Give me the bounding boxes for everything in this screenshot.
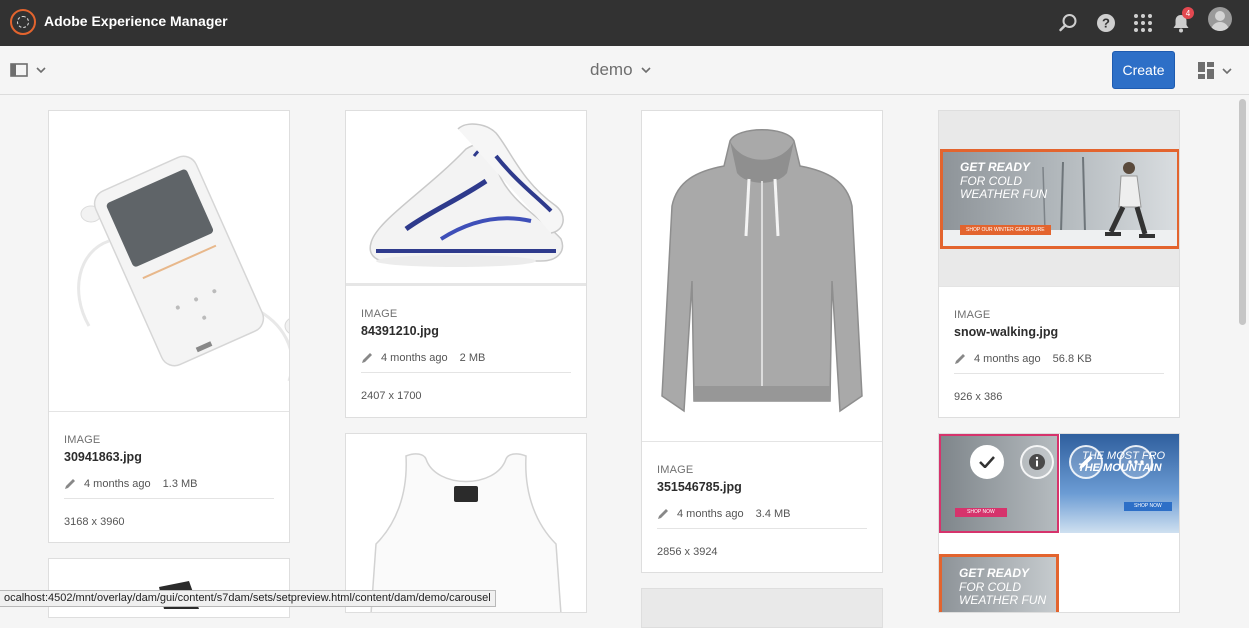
banner-headline: FOR COLD: [959, 580, 1022, 594]
asset-thumbnail: [346, 111, 586, 286]
divider: [64, 498, 274, 499]
asset-card[interactable]: IMAGE 30941863.jpg 4 months ago 1.3 MB 3…: [48, 110, 290, 543]
asset-modified: 4 months ago: [974, 353, 1041, 365]
banner-cta: SHOP NOW: [955, 508, 1007, 517]
asset-info: 4 months ago 3.4 MB: [657, 508, 791, 520]
asset-size: 2 MB: [459, 352, 486, 364]
card-meta: IMAGE 84391210.jpg 4 months ago 2 MB 240…: [346, 286, 586, 417]
asset-dimensions: 3168 x 3960: [64, 516, 125, 528]
asset-name: 84391210.jpg: [361, 324, 439, 338]
chevron-down-icon: [1222, 67, 1232, 74]
asset-thumbnail: GET READY FOR COLD WEATHER FUN SHOP OUR …: [939, 111, 1179, 286]
pencil-icon: [65, 479, 75, 489]
asset-modified: 4 months ago: [84, 478, 151, 490]
link-status-bar: ocalhost:4502/mnt/overlay/dam/gui/conten…: [0, 590, 496, 607]
asset-dimensions: 2407 x 1700: [361, 390, 422, 402]
banner-headline: GET READY: [960, 160, 1031, 174]
divider: [361, 372, 571, 373]
divider: [954, 373, 1164, 374]
asset-info: 4 months ago 2 MB: [361, 352, 485, 364]
banner-headline: WEATHER FUN: [960, 187, 1048, 201]
chevron-down-icon: [640, 67, 651, 73]
more-actions-button[interactable]: [1119, 445, 1153, 479]
asset-size: 3.4 MB: [755, 508, 791, 520]
search-icon[interactable]: [1055, 10, 1081, 36]
top-bar: Adobe Experience Manager ? 4: [0, 0, 1249, 46]
info-icon: [1029, 454, 1045, 470]
banner-cta: SHOP OUR WINTER GEAR SURE: [960, 225, 1051, 235]
asset-card[interactable]: [48, 558, 290, 618]
create-button[interactable]: Create: [1112, 51, 1175, 89]
svg-text:?: ?: [1102, 16, 1110, 31]
asset-name: 30941863.jpg: [64, 450, 142, 464]
asset-card[interactable]: [345, 433, 587, 613]
asset-size: 56.8 KB: [1052, 353, 1092, 365]
asset-info: 4 months ago 56.8 KB: [954, 353, 1092, 365]
divider: [657, 528, 867, 529]
asset-type: IMAGE: [64, 434, 101, 446]
folder-title-dropdown[interactable]: demo: [590, 60, 651, 80]
banner-headline: FOR COLD: [960, 174, 1023, 188]
rail-toggle-button[interactable]: [10, 63, 46, 77]
banner-headline: GET READY: [959, 566, 1030, 580]
card-meta: IMAGE 30941863.jpg 4 months ago 1.3 MB 3…: [49, 411, 289, 542]
scrollbar[interactable]: [1236, 95, 1249, 605]
pencil-icon: [658, 509, 668, 519]
chevron-down-icon: [36, 67, 46, 73]
asset-thumbnail: [49, 111, 289, 411]
adobe-logo-icon[interactable]: [10, 9, 36, 35]
asset-thumbnail: [642, 111, 882, 441]
asset-name: 351546785.jpg: [657, 480, 742, 494]
asset-card[interactable]: IMAGE 351546785.jpg 4 months ago 3.4 MB …: [641, 110, 883, 573]
banner-cta: SHOP NOW: [1124, 502, 1172, 511]
asset-card[interactable]: [641, 588, 883, 628]
asset-dimensions: 926 x 386: [954, 391, 1003, 403]
asset-name: snow-walking.jpg: [954, 325, 1059, 339]
checkmark-icon: [979, 456, 995, 468]
asset-type: IMAGE: [361, 308, 398, 320]
pencil-icon: [955, 354, 965, 364]
notification-badge: 4: [1182, 7, 1194, 19]
asset-info: 4 months ago 1.3 MB: [64, 478, 198, 490]
rail-toggle-icon: [10, 63, 28, 77]
scrollbar-thumb[interactable]: [1239, 99, 1246, 325]
asset-size: 1.3 MB: [162, 478, 198, 490]
banner-headline: WEATHER FUN: [959, 593, 1047, 607]
edit-button[interactable]: [1069, 445, 1103, 479]
asset-type: IMAGE: [954, 309, 991, 321]
avatar[interactable]: [1208, 7, 1232, 31]
banner-image: GET READY FOR COLD WEATHER FUN: [939, 554, 1059, 612]
properties-button[interactable]: [1020, 445, 1054, 479]
asset-modified: 4 months ago: [677, 508, 744, 520]
asset-card[interactable]: SHOP NOW THE MOST FRO THE MOUNTAIN SHOP …: [938, 433, 1180, 613]
card-meta: IMAGE snow-walking.jpg 4 months ago 56.8…: [939, 286, 1179, 417]
card-view-icon: [1198, 62, 1214, 79]
asset-card[interactable]: IMAGE 84391210.jpg 4 months ago 2 MB 240…: [345, 110, 587, 418]
pencil-icon: [1079, 455, 1093, 469]
more-icon: [1128, 460, 1144, 464]
help-icon[interactable]: ?: [1093, 10, 1119, 36]
asset-card[interactable]: GET READY FOR COLD WEATHER FUN SHOP OUR …: [938, 110, 1180, 418]
app-title[interactable]: Adobe Experience Manager: [44, 13, 228, 29]
apps-grid-icon[interactable]: [1130, 10, 1156, 36]
select-button[interactable]: [970, 445, 1004, 479]
asset-dimensions: 2856 x 3924: [657, 546, 718, 558]
action-bar: demo Create: [0, 46, 1249, 95]
view-switcher[interactable]: [1198, 62, 1232, 79]
asset-type: IMAGE: [657, 464, 694, 476]
pencil-icon: [362, 353, 372, 363]
asset-modified: 4 months ago: [381, 352, 448, 364]
card-meta: IMAGE 351546785.jpg 4 months ago 3.4 MB …: [642, 441, 882, 572]
banner-image: GET READY FOR COLD WEATHER FUN SHOP OUR …: [940, 149, 1179, 249]
folder-title: demo: [590, 60, 633, 79]
asset-thumbnail: [346, 434, 586, 612]
